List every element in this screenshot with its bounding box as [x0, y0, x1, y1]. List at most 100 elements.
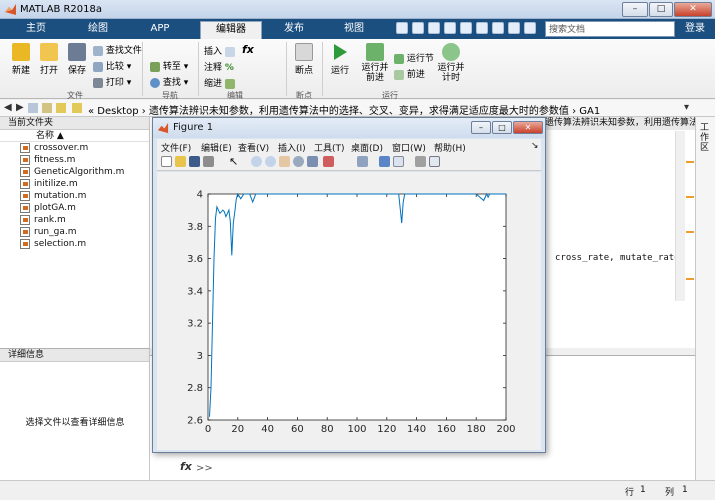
folder-icon — [72, 103, 82, 113]
open-file-icon[interactable] — [175, 156, 186, 167]
m-file-icon — [20, 203, 30, 213]
fx-icon[interactable]: fx — [180, 460, 192, 473]
print-button[interactable]: 打印 ▾ — [93, 75, 131, 88]
name-column-header[interactable]: 名称 ▲ — [0, 130, 149, 142]
run-time-label: 运行并计时 — [437, 63, 465, 83]
file-item[interactable]: run_ga.m — [0, 226, 149, 238]
file-item[interactable]: initilize.m — [0, 178, 149, 190]
new-button[interactable]: 新建 — [8, 43, 34, 76]
file-item[interactable]: rank.m — [0, 214, 149, 226]
zoom-out-icon[interactable] — [265, 156, 276, 167]
dropdown-icon[interactable] — [524, 22, 536, 34]
help-icon[interactable] — [508, 22, 520, 34]
folder-icon[interactable] — [56, 103, 66, 113]
run-section-button[interactable]: 运行节 — [394, 51, 434, 64]
copy-icon[interactable] — [428, 22, 440, 34]
fx-button[interactable]: fx — [242, 43, 254, 56]
menu-dock-icon[interactable]: ↘ — [531, 141, 539, 151]
m-file-icon — [20, 191, 30, 201]
line-plot[interactable]: 0 20 40 60 80 100 120 140 160 180 200 2.6 2.8 3 3.2 3.4… — [157, 172, 541, 450]
current-path[interactable]: « Desktop › 遗传算法辨识未知参数，利用遗传算法中的选择、交叉、变异，… — [88, 102, 600, 117]
login-link[interactable]: 登录 — [678, 19, 712, 39]
ribbon-panel: 新建 打开 保存 查找文件 比较 ▾ 打印 ▾ 文件 转至 ▾ 查找 ▾ 导航 … — [0, 39, 715, 100]
restore-button[interactable]: □ — [649, 2, 673, 17]
switch-windows-icon[interactable] — [492, 22, 504, 34]
run-advance-button[interactable]: 运行并前进 — [358, 43, 392, 83]
file-item[interactable]: selection.m — [0, 238, 149, 250]
figure-canvas[interactable]: 0 20 40 60 80 100 120 140 160 180 200 2.6 2.8 3 3.2 3.4… — [157, 172, 541, 450]
figure-window[interactable]: Figure 1 – □ ✕ 文件(F) 编辑(E) 查看(V) 插入(I) 工… — [152, 117, 546, 453]
tab-publish[interactable]: 发布 — [266, 19, 322, 39]
brush-icon[interactable] — [323, 156, 334, 167]
tab-home[interactable]: 主页 — [8, 19, 64, 39]
forward-arrow-icon[interactable]: ▶ — [16, 102, 24, 113]
minimize-button[interactable]: – — [622, 2, 648, 17]
find-button[interactable]: 查找 ▾ — [150, 75, 188, 88]
figure-close-button[interactable]: ✕ — [513, 121, 543, 134]
colorbar-icon[interactable] — [379, 156, 390, 167]
rotate-3d-icon[interactable] — [293, 156, 304, 167]
figure-restore-button[interactable]: □ — [492, 121, 512, 134]
legend-icon[interactable] — [393, 156, 404, 167]
redo-icon[interactable] — [476, 22, 488, 34]
file-name: crossover.m — [34, 143, 89, 153]
code-line[interactable]: cross_rate, mutate_rate, — [555, 253, 685, 263]
print-figure-icon[interactable] — [203, 156, 214, 167]
path-dropdown-icon[interactable]: ▾ — [684, 102, 689, 113]
pan-hand-icon[interactable] — [279, 156, 290, 167]
run-button[interactable]: 运行 — [326, 43, 354, 76]
undo-icon[interactable] — [460, 22, 472, 34]
breakpoints-button[interactable]: 断点 — [290, 43, 318, 76]
indent-button[interactable]: 缩进 — [204, 76, 235, 89]
comment-button[interactable]: 注释 % — [204, 60, 234, 73]
file-item[interactable]: mutation.m — [0, 190, 149, 202]
file-item[interactable]: fitness.m — [0, 154, 149, 166]
insert-label: 插入 — [204, 47, 223, 57]
goto-button[interactable]: 转至 ▾ — [150, 59, 188, 72]
plot-axes[interactable] — [207, 193, 507, 421]
tab-apps[interactable]: APP — [132, 19, 188, 39]
tab-plots[interactable]: 绘图 — [70, 19, 126, 39]
link-plot-icon[interactable] — [357, 156, 368, 167]
compare-button[interactable]: 比较 ▾ — [93, 59, 131, 72]
file-item[interactable]: plotGA.m — [0, 202, 149, 214]
show-plot-tools-icon[interactable] — [429, 156, 440, 167]
hide-plot-tools-icon[interactable] — [415, 156, 426, 167]
search-input[interactable] — [545, 21, 675, 37]
open-button[interactable]: 打开 — [36, 43, 62, 76]
file-item[interactable]: GeneticAlgorithm.m — [0, 166, 149, 178]
file-item[interactable]: crossover.m — [0, 142, 149, 154]
warning-marker[interactable] — [686, 231, 694, 233]
m-file-icon — [20, 239, 30, 249]
save-quick-icon[interactable] — [396, 22, 408, 34]
figure-minimize-button[interactable]: – — [471, 121, 491, 134]
close-button[interactable]: ✕ — [674, 2, 712, 17]
find-files-button[interactable]: 查找文件 — [93, 43, 142, 56]
paste-icon[interactable] — [444, 22, 456, 34]
y-tick-label: 3 — [197, 351, 203, 362]
up-folder-icon[interactable] — [28, 103, 38, 113]
workspace-collapsed-strip[interactable]: 工作区 — [695, 117, 715, 480]
browse-folder-icon[interactable] — [42, 103, 52, 113]
back-arrow-icon[interactable]: ◀ — [4, 102, 12, 113]
tab-editor[interactable]: 编辑器 — [200, 21, 262, 39]
warning-marker[interactable] — [686, 196, 694, 198]
editor-file-tab[interactable]: 遗传算法辨识未知参数，利用遗传算法中的选择、交叉、变异 — [545, 117, 695, 130]
zoom-in-icon[interactable] — [251, 156, 262, 167]
editor-scrollbar[interactable] — [675, 131, 685, 301]
tab-view[interactable]: 视图 — [326, 19, 382, 39]
insert-button[interactable]: 插入 — [204, 44, 235, 57]
cut-icon[interactable] — [412, 22, 424, 34]
figure-toolbar: ↖ — [157, 153, 541, 171]
data-cursor-icon[interactable] — [307, 156, 318, 167]
figure-title: Figure 1 — [173, 122, 214, 133]
new-figure-icon[interactable] — [161, 156, 172, 167]
warning-marker[interactable] — [686, 278, 694, 280]
warning-marker[interactable] — [686, 161, 694, 163]
pointer-icon[interactable]: ↖ — [229, 156, 240, 167]
advance-button[interactable]: 前进 — [394, 67, 425, 80]
m-file-icon — [20, 143, 30, 153]
save-figure-icon[interactable] — [189, 156, 200, 167]
save-button[interactable]: 保存 — [64, 43, 90, 76]
run-time-button[interactable]: 运行并计时 — [436, 43, 466, 83]
